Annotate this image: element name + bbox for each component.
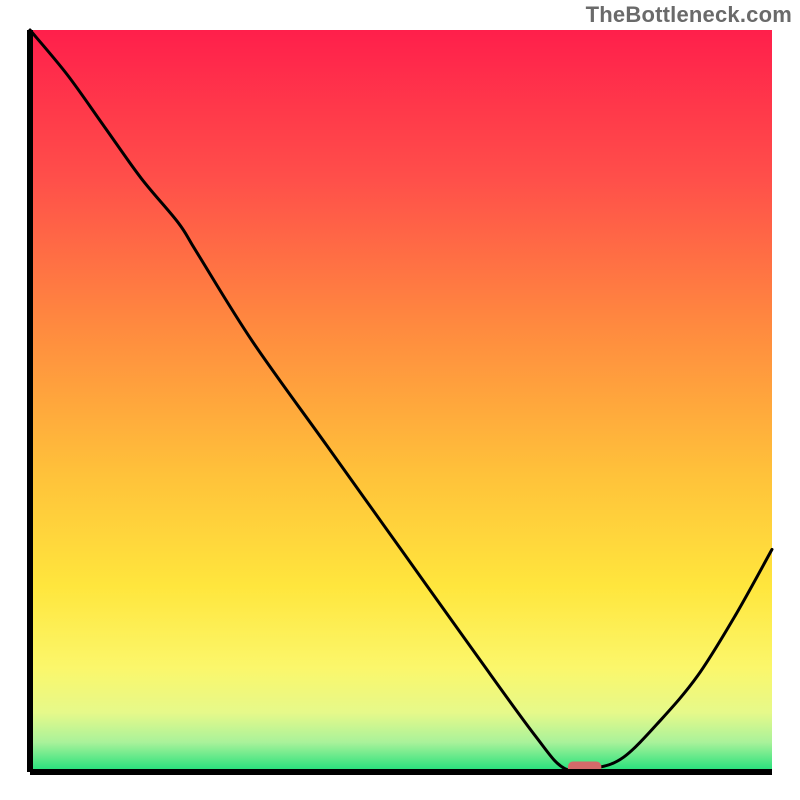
watermark-label: TheBottleneck.com — [586, 2, 792, 28]
bottleneck-chart: TheBottleneck.com — [0, 0, 800, 800]
chart-canvas — [0, 0, 800, 800]
plot-background-gradient — [30, 30, 772, 772]
